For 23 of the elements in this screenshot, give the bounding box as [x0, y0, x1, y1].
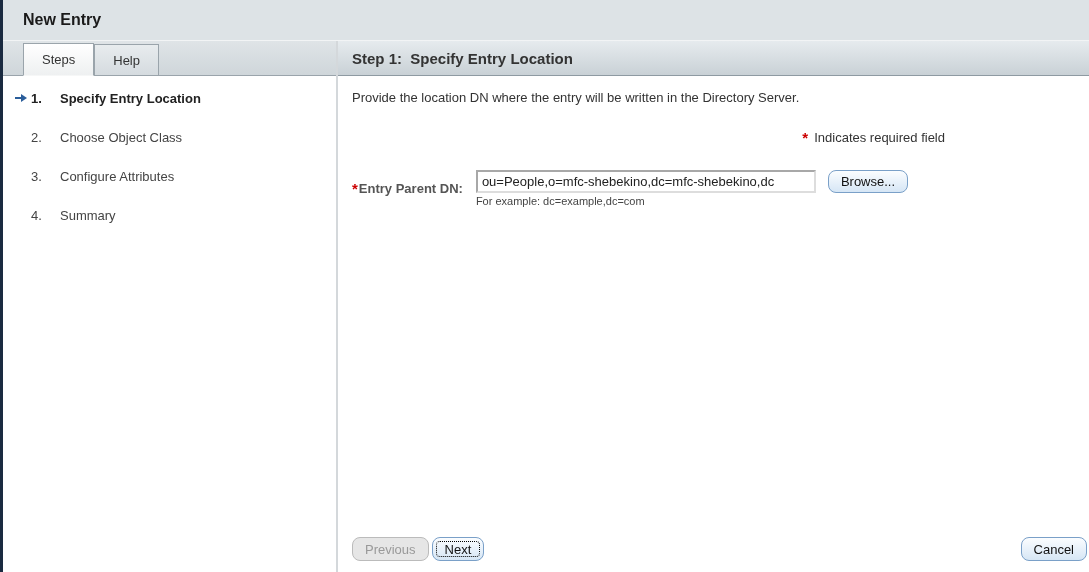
required-mark: *	[802, 129, 809, 146]
description-text: Provide the location DN where the entry will be written in the Directory Server.	[352, 90, 801, 105]
step-number: 1.	[30, 90, 43, 106]
required-note: Indicates required field	[814, 130, 945, 145]
window-title: New Entry	[23, 11, 102, 29]
nav-button[interactable]: Cancel	[1020, 537, 1087, 561]
tab[interactable]: Steps	[23, 43, 95, 76]
step-number: 4.	[30, 207, 43, 223]
required-mark: *	[352, 180, 358, 197]
step-number: 2.	[30, 129, 43, 145]
arrow-icon	[15, 93, 27, 103]
step-number: 3.	[30, 168, 43, 184]
step-link[interactable]: Summary	[60, 207, 116, 223]
step-link[interactable]: Specify Entry Location	[60, 90, 201, 106]
nav-button[interactable]: Next	[431, 537, 485, 561]
browse-button[interactable]: Browse...	[827, 170, 909, 193]
field-hint: For example: dc=example,dc=com	[475, 195, 646, 207]
dn-input-field[interactable]: ou=People,o=mfc-shebekino,dc=mfc-shebekino,dc	[475, 170, 816, 193]
step-link[interactable]: Choose Object Class	[60, 129, 183, 145]
tab[interactable]: Help	[94, 44, 159, 75]
field-label: Entry Parent DN:	[358, 181, 463, 196]
step-link[interactable]: Configure Attributes	[60, 168, 175, 184]
step-heading: Step 1: Specify Entry Location	[352, 49, 573, 67]
